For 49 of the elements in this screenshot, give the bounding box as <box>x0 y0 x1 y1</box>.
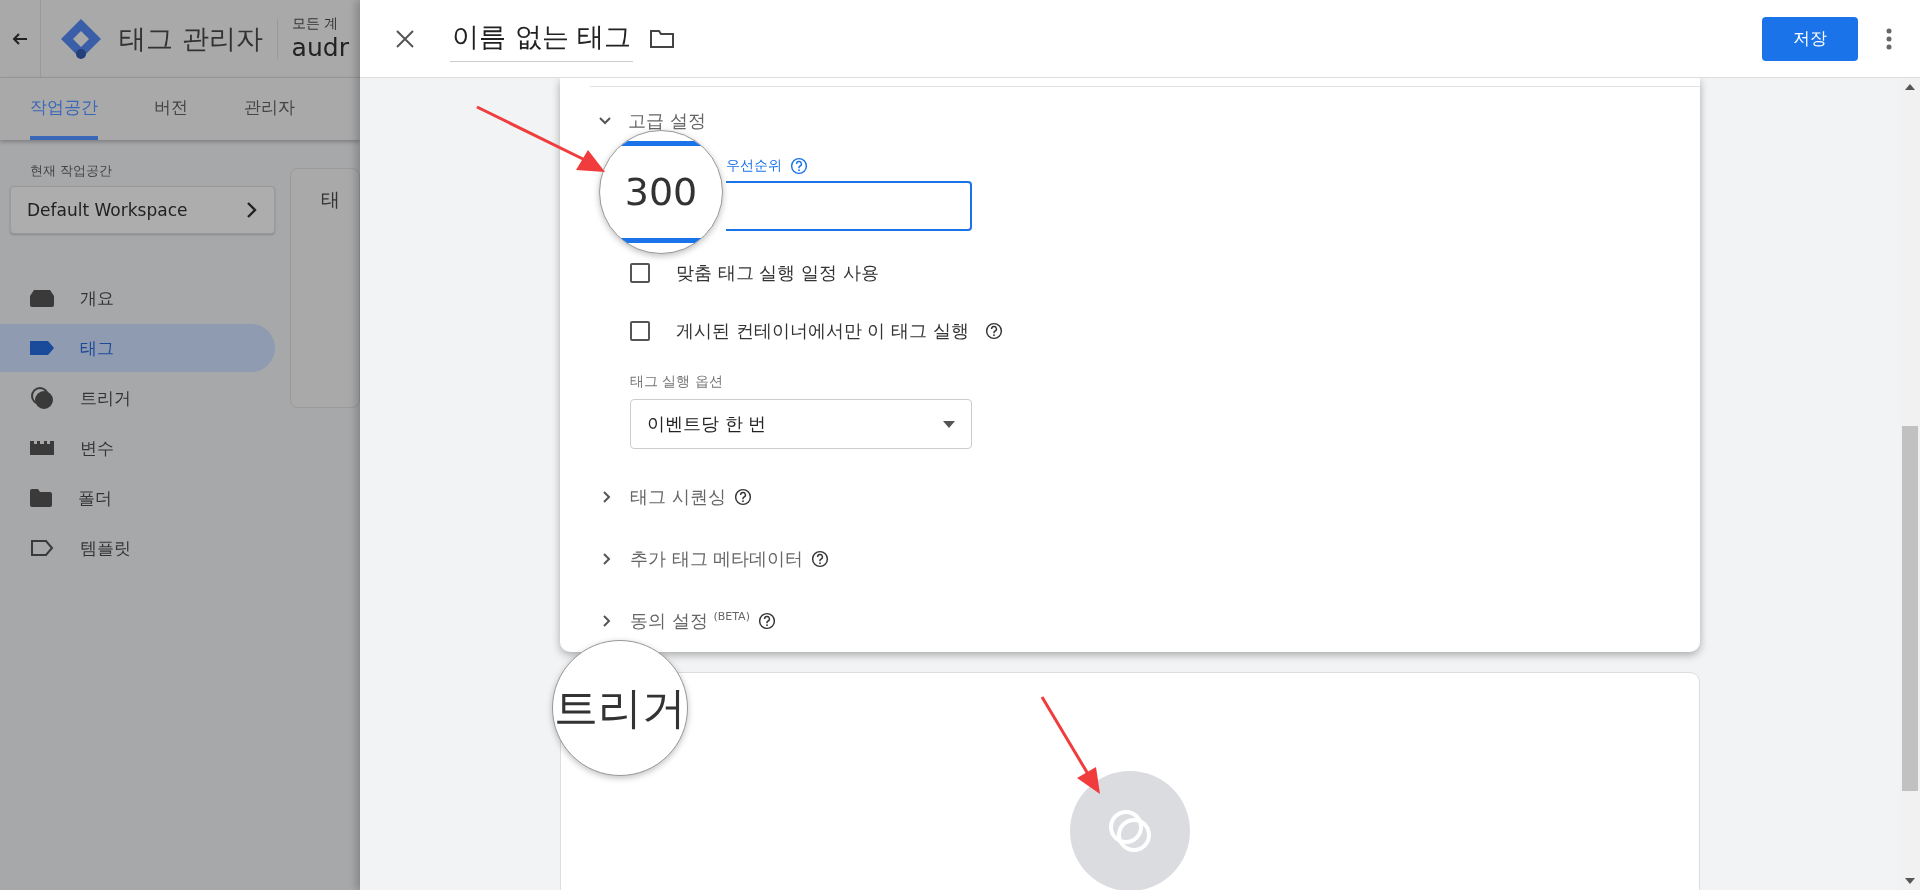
folder-icon[interactable] <box>649 27 676 50</box>
sidebar-item[interactable]: 폴더 <box>0 474 275 522</box>
tag-name-field[interactable]: 이름 없는 태그 <box>450 15 634 62</box>
account-label: 모든 계 <box>291 15 339 33</box>
workspace-selector[interactable]: Default Workspace <box>10 186 275 234</box>
blocks-icon <box>30 441 54 455</box>
help-icon[interactable] <box>811 550 830 568</box>
back-arrow-icon[interactable] <box>12 30 28 47</box>
sidebar-item[interactable]: 변수 <box>0 424 275 472</box>
field-label: 우선순위 <box>726 157 782 175</box>
advanced-settings-toggle[interactable]: 고급 설정 <box>590 109 706 133</box>
sidebar-item[interactable]: 템플릿 <box>0 524 275 572</box>
checkbox[interactable] <box>630 321 650 341</box>
checkbox-label: 맞춤 태그 실행 일정 사용 <box>676 261 879 285</box>
app-title: 태그 관리자 <box>119 21 263 56</box>
close-icon <box>395 28 415 49</box>
section-toggle[interactable]: 추가 태그 메타데이터 <box>602 543 804 575</box>
priority-input[interactable] <box>726 181 972 231</box>
sidebar-item[interactable]: 태그 <box>0 324 275 372</box>
chevron-right-icon <box>602 490 612 504</box>
save-button[interactable]: 저장 <box>1762 16 1858 61</box>
more-menu-icon[interactable] <box>1886 27 1892 50</box>
nav-tab[interactable]: 버전 <box>154 78 188 140</box>
sidebar-item[interactable]: 트리거 <box>0 374 275 422</box>
tag-icon <box>30 341 54 355</box>
section-toggle[interactable]: 동의 설정 $^{(BETA)}$ <box>602 605 750 637</box>
nav-tab[interactable]: 관리자 <box>244 78 295 140</box>
firing-option-select[interactable]: 이벤트당 한 번 <box>630 399 972 449</box>
scrollbar-thumb[interactable] <box>1902 426 1918 791</box>
help-icon[interactable] <box>984 322 1003 340</box>
chevron-right-icon <box>602 552 612 566</box>
checkbox-label: 게시된 컨테이너에서만 이 태그 실행 <box>676 319 969 343</box>
chevron-right-icon <box>602 614 612 628</box>
inbox-icon <box>30 289 54 307</box>
folder-icon <box>30 489 52 507</box>
sidebar-item[interactable]: 개요 <box>0 274 275 322</box>
diamond-logo-icon <box>59 16 103 61</box>
checkbox[interactable] <box>630 263 650 283</box>
overlapping-circles-icon <box>30 386 54 410</box>
section-toggle[interactable]: 태그 시퀀싱 <box>602 481 726 513</box>
chevron-right-icon <box>246 201 258 219</box>
help-icon[interactable] <box>757 612 776 630</box>
tag-outline-icon <box>30 540 54 556</box>
help-icon[interactable] <box>733 488 752 506</box>
container-name: audr <box>291 33 349 62</box>
dropdown-caret-icon <box>943 420 955 428</box>
workspace-label: 현재 작업공간 <box>30 162 114 180</box>
field-label: 태그 실행 옵션 <box>630 373 724 391</box>
card-title: 태 <box>290 168 360 408</box>
